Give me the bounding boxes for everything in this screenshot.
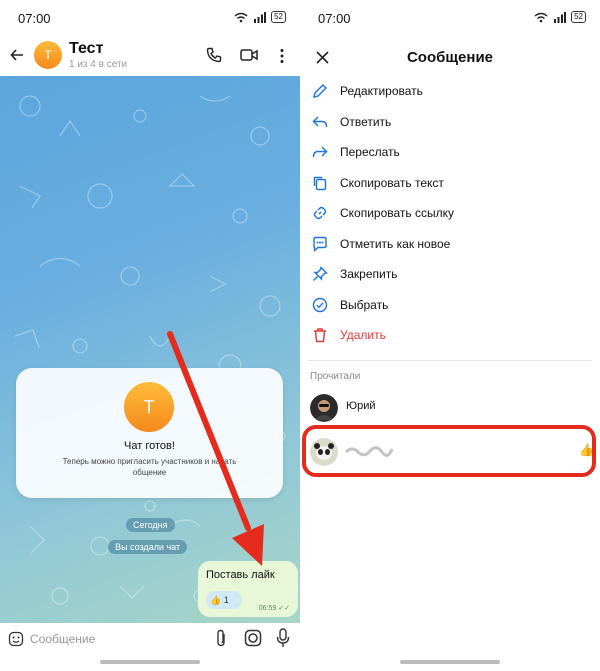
menu-item-forward[interactable]: Переслать bbox=[300, 137, 600, 167]
status-time: 07:00 bbox=[318, 11, 351, 26]
signal-icon bbox=[554, 11, 567, 23]
battery-indicator: 52 bbox=[571, 11, 586, 23]
divider bbox=[308, 360, 592, 361]
readers-section-label: Прочитали bbox=[310, 371, 361, 382]
wifi-icon bbox=[534, 12, 548, 22]
menu-item-copy-text[interactable]: Скопировать текст bbox=[300, 168, 600, 198]
menu-item-reply[interactable]: Ответить bbox=[300, 107, 600, 137]
gesture-bar bbox=[400, 660, 500, 664]
back-arrow-icon[interactable] bbox=[10, 48, 24, 62]
menu-item-delete[interactable]: Удалить bbox=[300, 320, 600, 350]
annotation-highlight bbox=[302, 425, 596, 477]
status-bar: 07:00 52 bbox=[300, 0, 600, 36]
mark-new-icon bbox=[313, 236, 327, 252]
copy-icon bbox=[313, 176, 327, 191]
menu-item-select[interactable]: Выбрать bbox=[300, 290, 600, 320]
camera-icon[interactable] bbox=[244, 629, 262, 647]
avatar bbox=[310, 394, 338, 422]
menu-item-mark-new[interactable]: Отметить как новое bbox=[300, 229, 600, 259]
chat-title[interactable]: Тест bbox=[69, 40, 103, 58]
chat-online-status: 1 из 4 в сети bbox=[69, 59, 128, 70]
message-header: Сообщение bbox=[300, 36, 600, 76]
forward-icon bbox=[312, 146, 328, 158]
trash-icon bbox=[314, 328, 326, 343]
wifi-icon bbox=[234, 12, 248, 22]
reader-row[interactable]: Юрий bbox=[300, 390, 600, 430]
attach-icon[interactable] bbox=[214, 629, 228, 647]
page-title: Сообщение bbox=[406, 49, 494, 66]
message-input[interactable]: Сообщение bbox=[30, 632, 95, 646]
menu-item-pin[interactable]: Закрепить bbox=[300, 259, 600, 289]
signal-icon bbox=[254, 11, 267, 23]
gesture-bar bbox=[100, 660, 200, 664]
more-vertical-icon[interactable] bbox=[279, 48, 285, 64]
reader-name: Юрий bbox=[346, 400, 376, 412]
status-time: 07:00 bbox=[18, 11, 51, 26]
chat-background: Т Чат готов! Теперь можно пригласить уча… bbox=[0, 76, 300, 623]
check-circle-icon bbox=[312, 297, 328, 313]
sticker-icon[interactable] bbox=[8, 631, 24, 647]
annotation-arrow bbox=[167, 331, 264, 566]
menu-item-copy-link[interactable]: Скопировать ссылку bbox=[300, 198, 600, 228]
chat-avatar[interactable]: Т bbox=[34, 41, 62, 69]
pencil-icon bbox=[313, 84, 327, 98]
phone-icon[interactable] bbox=[206, 47, 222, 63]
battery-indicator: 52 bbox=[271, 11, 286, 23]
microphone-icon[interactable] bbox=[276, 628, 290, 648]
chat-header: Т Тест 1 из 4 в сети bbox=[0, 36, 300, 76]
link-icon bbox=[313, 206, 327, 220]
menu-item-edit[interactable]: Редактировать bbox=[300, 76, 600, 106]
reply-icon bbox=[312, 116, 328, 128]
video-call-icon[interactable] bbox=[240, 48, 258, 62]
status-bar: 07:00 52 bbox=[0, 0, 300, 36]
message-actions-screen: 07:00 52 Сообщение Редактировать Ответит… bbox=[300, 0, 600, 671]
pin-icon bbox=[313, 266, 328, 281]
chat-screen: 07:00 52 Т Тест 1 из 4 в сети Т Чат гото… bbox=[0, 0, 300, 671]
